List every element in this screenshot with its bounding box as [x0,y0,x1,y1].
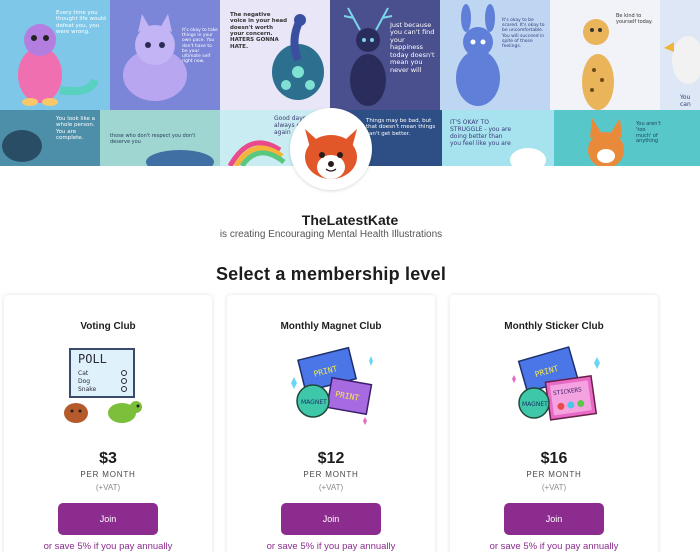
banner-caption-2: It's okay to take things in your own pac… [182,28,218,65]
poll-illustration: POLL Cat Dog Snake [64,348,142,423]
magnet-label: MAGNET [522,401,548,408]
join-button[interactable]: Join [281,503,381,535]
banner-tile-6: Be kind to yourself today. [550,0,660,110]
annual-save-link[interactable]: or save 5% if you pay annually [0,541,222,552]
banner-caption-12: IT'S OKAY TO STRUGGLE - you are doing be… [450,119,512,147]
tier-price: $16 [540,450,568,467]
sticker-print-illustration: PRINT STICKERS MAGNET [512,346,600,421]
join-button[interactable]: Join [58,503,158,535]
tier-name: Monthly Sticker Club [504,321,604,332]
creator-name[interactable]: TheLatestKate [0,212,700,228]
corgi-illustration [588,118,624,166]
banner-caption-7: You can [680,94,691,108]
bunny-illustration [456,4,500,106]
banner-caption-4: Just because you can't find your happine… [390,21,435,74]
banner-tile-2: It's okay to take things in your own pac… [110,0,220,110]
banner-tile-1: Every time you thought life would defeat… [0,0,110,110]
banner-tile-12: IT'S OKAY TO STRUGGLE - you are doing be… [442,110,554,166]
banner-caption-1: Every time you thought life would defeat… [56,10,106,35]
banner-tile-13: You aren't 'too much' of anything [554,110,700,166]
poll-option-1: Cat [78,370,89,377]
creator-avatar[interactable] [290,108,372,190]
tier-vat: (+VAT) [318,483,344,492]
tier-price: $12 [317,450,345,467]
fox-avatar-icon [293,111,369,187]
tier-period: PER MONTH [303,470,359,479]
banner-tile-4: Just because you can't find your happine… [330,0,440,110]
tier-card-monthly-magnet-club: Monthly Magnet Club PRINT PRINT MAGNET $… [227,295,435,552]
banner-tile-8: You look like a whole person. You are co… [0,110,100,166]
poll-option-2: Dog [78,378,90,385]
annual-save-link[interactable]: or save 5% if you pay annually [217,541,445,552]
tier-name: Monthly Magnet Club [280,321,382,332]
join-button[interactable]: Join [504,503,604,535]
banner-tile-3: The negative voice in your head doesn't … [220,0,330,110]
membership-section-title: Select a membership level [215,264,447,284]
creator-tagline: is creating Encouraging Mental Health Il… [219,229,443,240]
tier-vat: (+VAT) [95,483,121,492]
banner-caption-9: those who don't respect you don't deserv… [110,133,196,145]
banner-tile-9: those who don't respect you don't deserv… [100,110,220,166]
banner-caption-6: Be kind to yourself today. [616,13,653,25]
banner-caption-5: It's okay to be scared. It's okay to be … [502,18,545,49]
banner-caption-11: Things may be bad, but that doesn't mean… [366,118,436,137]
tier-card-voting-club: Voting Club POLL Cat Dog Snake $3 PER MO… [4,295,212,552]
magnet-print-illustration: PRINT PRINT MAGNET [291,346,373,425]
banner-tile-5: It's okay to be scared. It's okay to be … [440,0,550,110]
poll-title: POLL [78,352,107,366]
tier-period: PER MONTH [80,470,136,479]
tier-card-monthly-sticker-club: Monthly Sticker Club PRINT STICKERS MAGN… [450,295,658,552]
magnet-label: MAGNET [301,399,327,406]
tier-name: Voting Club [80,321,136,332]
banner-tile-7: You can [660,0,700,110]
banner-caption-8: You look like a whole person. You are co… [56,116,95,141]
tier-price: $3 [99,450,117,467]
tier-vat: (+VAT) [541,483,567,492]
annual-save-link[interactable]: or save 5% if you pay annually [440,541,668,552]
poll-option-3: Snake [78,386,97,393]
banner-caption-13: You aren't 'too much' of anything [636,121,661,145]
tier-period: PER MONTH [526,470,582,479]
banner-caption-3: The negative voice in your head doesn't … [230,12,288,50]
